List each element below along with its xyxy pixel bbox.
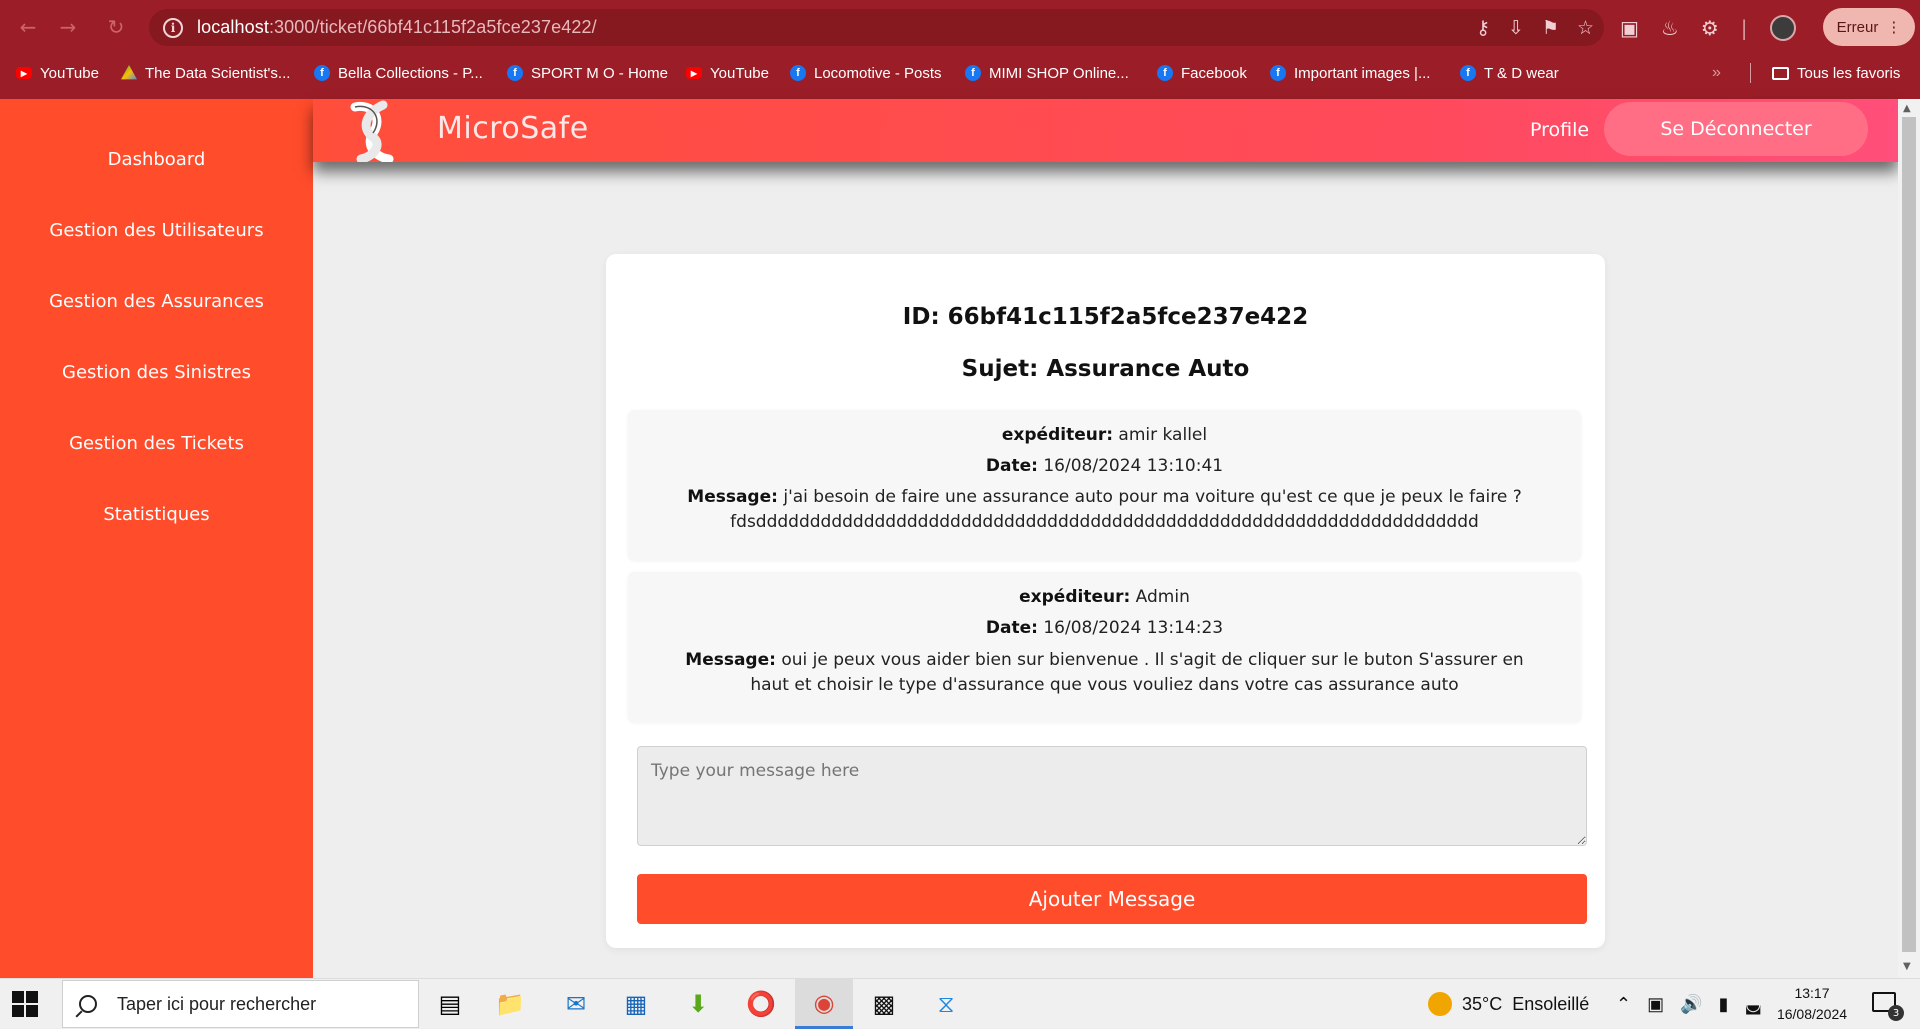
profile-error-button[interactable]: Erreur ⋮ [1823, 8, 1915, 46]
facebook-icon: f [1157, 65, 1173, 81]
bookmark-item[interactable]: fT & D wear [1460, 65, 1559, 82]
message-item: expéditeur: amir kallel Date: 16/08/2024… [628, 410, 1581, 560]
app-header: MicroSafe Profile Se Déconnecter [313, 99, 1898, 162]
terminal-icon[interactable]: ▩ [855, 979, 913, 1029]
bookmark-item[interactable]: ▶ YouTube [16, 65, 99, 82]
message-sender: expéditeur: Admin [1019, 587, 1190, 607]
sidebar-item-users[interactable]: Gestion des Utilisateurs [0, 220, 313, 241]
bookmark-item[interactable]: ▶ YouTube [686, 65, 769, 82]
message-text-continued: haut et choisir le type d'assurance que … [750, 675, 1459, 695]
youtube-icon: ▶ [16, 67, 32, 79]
sidebar-item-dashboard[interactable]: Dashboard [0, 149, 313, 170]
back-icon[interactable]: ← [8, 7, 48, 47]
browser-toolbar: ← → ↻ i localhost:3000/ticket/66bf41c115… [0, 0, 1920, 55]
ticket-subject: Sujet: Assurance Auto [961, 356, 1250, 382]
system-tray: ⌃ ▣ 🔊 ▮ ◛ [1616, 979, 1762, 1029]
fire-extension-icon[interactable]: ♨ [1661, 16, 1679, 40]
facebook-icon: f [507, 65, 523, 81]
address-bar[interactable]: i localhost:3000/ticket/66bf41c115f2a5fc… [149, 9, 1604, 46]
facebook-icon: f [314, 65, 330, 81]
bookmark-item[interactable]: f Bella Collections - P... [314, 65, 483, 82]
install-icon[interactable]: ⇩ [1508, 17, 1524, 39]
page-scrollbar[interactable]: ▲ ▼ [1898, 99, 1920, 978]
brand-name[interactable]: MicroSafe [437, 111, 589, 146]
google-drive-icon [121, 65, 137, 80]
bookmark-item[interactable]: f Important images |... [1270, 65, 1430, 82]
battery-icon[interactable]: ▮ [1719, 994, 1729, 1015]
sidebar-item-tickets[interactable]: Gestion des Tickets [0, 433, 313, 454]
bookmark-item[interactable]: f Locomotive - Posts [790, 65, 942, 82]
extensions-icon[interactable]: ⚙ [1701, 16, 1719, 40]
sidebar-item-claims[interactable]: Gestion des Sinistres [0, 362, 313, 383]
message-sender: expéditeur: amir kallel [1001, 425, 1208, 445]
forward-icon[interactable]: → [48, 7, 88, 47]
knot-logo-icon[interactable] [343, 99, 403, 162]
download-manager-icon[interactable]: ⬇ [669, 979, 727, 1029]
message-date: Date: 16/08/2024 13:14:23 [985, 618, 1224, 638]
mail-icon[interactable]: ✉ [547, 979, 605, 1029]
sidebar: Dashboard Gestion des Utilisateurs Gesti… [0, 99, 313, 978]
bookmark-item[interactable]: The Data Scientist's... [121, 65, 290, 82]
taskbar-clock[interactable]: 13:17 16/08/2024 [1762, 983, 1862, 1025]
all-bookmarks-button[interactable]: Tous les favoris [1772, 65, 1900, 82]
chevron-up-icon[interactable]: ⌃ [1616, 994, 1631, 1015]
bookmark-item[interactable]: f Facebook [1157, 65, 1247, 82]
message-date: Date: 16/08/2024 13:10:41 [985, 456, 1224, 476]
reload-icon[interactable]: ↻ [96, 7, 136, 47]
facebook-icon: f [965, 65, 981, 81]
message-text-continued: fdsddddddddddddddddddddddddddddddddddddd… [730, 512, 1479, 532]
message-text: Message: oui je peux vous aider bien sur… [685, 650, 1524, 670]
folder-icon [1772, 66, 1789, 80]
url-text[interactable]: localhost:3000/ticket/66bf41c115f2a5fce2… [197, 17, 597, 38]
opera-icon[interactable]: ⭕ [732, 979, 790, 1029]
ticket-card: ID: 66bf41c115f2a5fce237e422 Sujet: Assu… [606, 254, 1605, 948]
browser-chrome: ← → ↻ i localhost:3000/ticket/66bf41c115… [0, 0, 1920, 99]
site-info-icon[interactable]: i [163, 17, 183, 38]
scroll-down-icon[interactable]: ▼ [1903, 961, 1911, 972]
bookmark-item[interactable]: f MIMI SHOP Online... [965, 65, 1129, 82]
volume-icon[interactable]: 🔊 [1680, 994, 1702, 1015]
taskbar-search[interactable]: Taper ici pour rechercher [62, 980, 419, 1028]
profile-avatar-icon[interactable] [1769, 14, 1796, 41]
message-text: Message: j'ai besoin de faire une assura… [687, 487, 1522, 507]
bookmarks-overflow-button[interactable]: » [1712, 64, 1721, 82]
separator: | [1740, 15, 1748, 40]
pocket-icon[interactable]: ▣ [1620, 16, 1639, 40]
add-message-button[interactable]: Ajouter Message [637, 874, 1587, 924]
facebook-icon: f [1460, 65, 1476, 81]
windows-start-icon[interactable] [12, 991, 38, 1017]
ticket-id: ID: 66bf41c115f2a5fce237e422 [902, 304, 1309, 330]
profile-link[interactable]: Profile [1530, 119, 1589, 141]
scroll-up-icon[interactable]: ▲ [1903, 103, 1911, 114]
windows-taskbar: Taper ici pour rechercher ▤ 📁 ✉ ▦ ⬇ ⭕ ◉ … [0, 978, 1920, 1029]
divider [1750, 63, 1751, 83]
sun-icon [1428, 992, 1452, 1016]
message-item: expéditeur: Admin Date: 16/08/2024 13:14… [628, 572, 1581, 722]
chrome-icon[interactable]: ◉ [795, 979, 853, 1029]
scroll-thumb[interactable] [1902, 117, 1916, 952]
meet-icon[interactable]: ▣ [1647, 994, 1664, 1015]
message-input[interactable] [637, 746, 1587, 846]
vscode-icon[interactable]: ⧖ [917, 979, 975, 1029]
youtube-icon: ▶ [686, 67, 702, 79]
store-icon[interactable]: ▦ [607, 979, 665, 1029]
bookmark-item[interactable]: f SPORT M O - Home [507, 65, 668, 82]
translate-icon[interactable]: ⚑ [1542, 17, 1559, 39]
sidebar-item-insurances[interactable]: Gestion des Assurances [0, 291, 313, 312]
bookmarks-bar: ▶ YouTube The Data Scientist's... f Bella … [0, 57, 1920, 89]
star-icon[interactable]: ☆ [1577, 17, 1594, 39]
search-icon [79, 995, 97, 1013]
weather-widget[interactable]: 35°C Ensoleillé [1428, 979, 1589, 1029]
key-icon[interactable]: ⚷ [1476, 17, 1490, 39]
notification-badge: 3 [1888, 1005, 1904, 1021]
logout-button[interactable]: Se Déconnecter [1604, 102, 1868, 156]
facebook-icon: f [790, 65, 806, 81]
facebook-icon: f [1270, 65, 1286, 81]
more-menu-icon[interactable]: ⋮ [1886, 18, 1901, 36]
task-view-icon[interactable]: ▤ [421, 979, 479, 1029]
file-explorer-icon[interactable]: 📁 [481, 979, 539, 1029]
wifi-icon[interactable]: ◛ [1744, 994, 1761, 1015]
sidebar-item-statistics[interactable]: Statistiques [0, 504, 313, 525]
